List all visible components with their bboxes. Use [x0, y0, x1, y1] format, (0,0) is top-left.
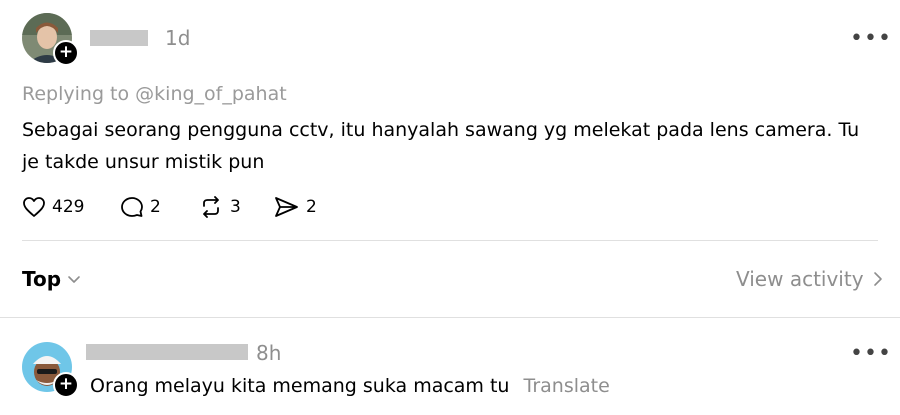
reply-username-redacted[interactable]: [86, 344, 248, 360]
comment-button[interactable]: 2: [120, 196, 161, 218]
sort-dropdown[interactable]: Top: [22, 267, 81, 291]
follow-plus-icon[interactable]: +: [53, 40, 79, 66]
like-count: 429: [52, 197, 85, 217]
reply-more-options-icon[interactable]: •••: [850, 341, 892, 366]
translate-link[interactable]: Translate: [524, 375, 610, 397]
repost-count: 3: [230, 197, 241, 217]
sort-label: Top: [22, 267, 62, 291]
reply-text-row: Orang melayu kita memang suka macam tu T…: [90, 370, 610, 402]
divider: [0, 317, 900, 318]
heart-icon: [23, 197, 45, 217]
replying-to-label[interactable]: Replying to @king_of_pahat: [22, 83, 287, 105]
share-count: 2: [306, 197, 317, 217]
view-activity-label: View activity: [736, 267, 864, 291]
send-icon: [275, 197, 298, 217]
reply-text: Orang melayu kita memang suka macam tu: [90, 375, 510, 397]
follow-plus-icon[interactable]: +: [53, 372, 79, 398]
view-activity-link[interactable]: View activity: [736, 267, 884, 291]
share-button[interactable]: 2: [274, 196, 317, 218]
chevron-right-icon: [873, 272, 882, 286]
repost-icon: [203, 196, 219, 218]
chevron-down-icon: [68, 276, 80, 283]
like-button[interactable]: 429: [22, 196, 84, 218]
comment-icon: [121, 197, 143, 217]
post-time: 1d: [165, 26, 191, 50]
reply-time: 8h: [256, 341, 282, 365]
divider: [22, 240, 878, 241]
more-options-icon[interactable]: •••: [850, 26, 892, 51]
comment-count: 2: [150, 197, 161, 217]
username-redacted[interactable]: [90, 30, 148, 46]
post-text: Sebagai seorang pengguna cctv, itu hanya…: [22, 119, 860, 173]
repost-button[interactable]: 3: [198, 196, 241, 218]
